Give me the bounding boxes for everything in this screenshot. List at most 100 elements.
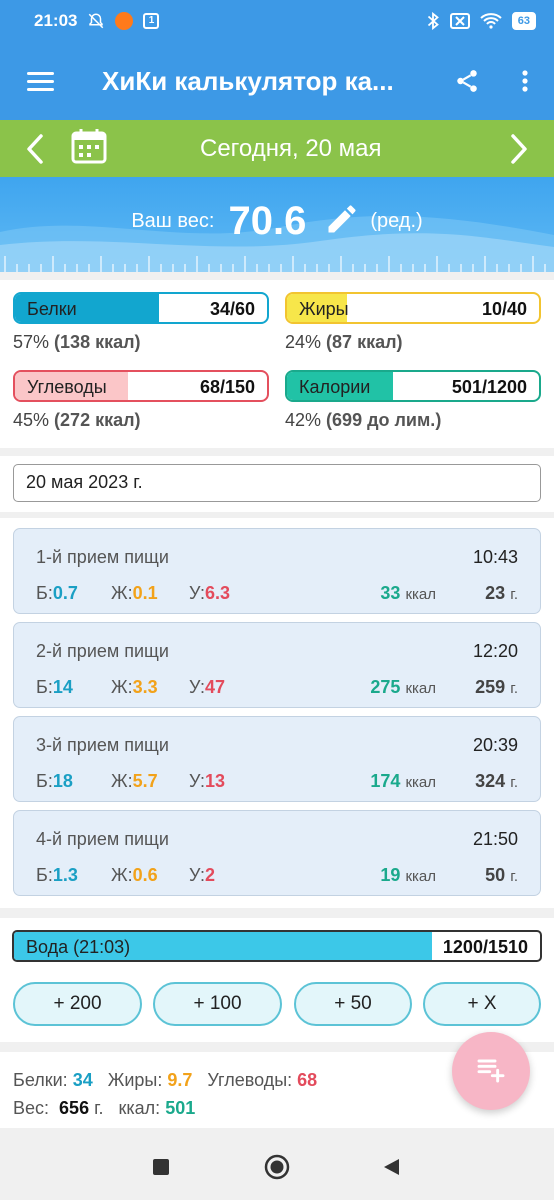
share-icon[interactable] bbox=[438, 42, 496, 120]
totals-protein-value: 34 bbox=[72, 1070, 93, 1090]
app-bar: ХиКи калькулятор ка... bbox=[0, 42, 554, 120]
water-add-custom-button[interactable]: + X bbox=[423, 982, 541, 1026]
calories-percent: 42% bbox=[285, 410, 322, 430]
meal-fat-label: Ж: bbox=[111, 865, 133, 885]
meal-carbs-value: 2 bbox=[205, 865, 216, 885]
date-field[interactable]: 20 мая 2023 г. bbox=[13, 464, 541, 502]
meal-kcal-value: 174 bbox=[370, 771, 401, 791]
meal-fat-value: 3.3 bbox=[132, 677, 158, 697]
protein-value: 34/60 bbox=[209, 299, 255, 319]
triangle-back-icon[interactable] bbox=[378, 1154, 404, 1180]
meal-item[interactable]: 4-й прием пищи 21:50 Б:1.3 Ж:0.6 У:2 19 ккал 5… bbox=[13, 810, 541, 896]
muted-bell-icon bbox=[87, 12, 105, 30]
meal-carbs: У:6.3 bbox=[189, 583, 230, 604]
protein-macro[interactable]: Белки 34/60 57% (138 ккал) bbox=[13, 292, 269, 353]
calories-value: 501/1200 bbox=[451, 377, 527, 397]
meal-fat-label: Ж: bbox=[111, 771, 133, 791]
calories-macro[interactable]: Калории 501/1200 42% (699 до лим.) bbox=[285, 370, 541, 431]
meal-carbs-label: У: bbox=[189, 771, 206, 791]
meal-carbs-value: 47 bbox=[205, 677, 226, 697]
weight-edit-link[interactable]: (ред.) bbox=[370, 210, 422, 233]
meal-fat: Ж:0.6 bbox=[111, 865, 158, 886]
playlist-add-icon bbox=[475, 1053, 507, 1090]
meal-fat: Ж:5.7 bbox=[111, 771, 158, 792]
calendar-icon[interactable] bbox=[70, 127, 108, 170]
meal-fat: Ж:3.3 bbox=[111, 677, 158, 698]
hamburger-menu-icon[interactable] bbox=[0, 42, 80, 120]
calories-summary: 42% (699 до лим.) bbox=[285, 410, 541, 431]
meal-grams-unit: г. bbox=[510, 868, 518, 885]
meal-item[interactable]: 3-й прием пищи 20:39 Б:18 Ж:5.7 У:13 174 ккал… bbox=[13, 716, 541, 802]
fat-percent: 24% bbox=[285, 332, 322, 352]
totals-weight-value: 656 bbox=[59, 1098, 90, 1118]
meal-protein-label: Б: bbox=[36, 771, 53, 791]
meal-kcal-unit: ккал bbox=[405, 586, 436, 603]
pencil-icon[interactable] bbox=[324, 201, 360, 242]
meal-kcal-value: 33 bbox=[380, 583, 401, 603]
meal-fat-label: Ж: bbox=[111, 583, 133, 603]
meal-kcal-value: 275 bbox=[370, 677, 401, 697]
carbs-detail: (272 ккал) bbox=[54, 410, 141, 430]
status-time: 21:03 bbox=[34, 11, 78, 30]
chevron-left-icon[interactable] bbox=[0, 120, 70, 177]
orange-app-icon bbox=[115, 12, 134, 30]
meal-fat: Ж:0.1 bbox=[111, 583, 158, 604]
notification-box-icon: 1 bbox=[143, 13, 160, 29]
meal-protein-value: 0.7 bbox=[52, 583, 78, 603]
weight-header: Ваш вес: 70.6 (ред.) bbox=[0, 177, 554, 272]
meal-fat-value: 0.6 bbox=[132, 865, 158, 885]
meal-carbs: У:2 bbox=[189, 865, 215, 886]
battery-icon: 63 bbox=[511, 12, 536, 30]
current-date[interactable]: Сегодня, 20 мая bbox=[200, 135, 382, 163]
water-value: 1200/1510 bbox=[442, 937, 528, 957]
meal-grams-value: 324 bbox=[475, 771, 506, 791]
meal-protein-value: 1.3 bbox=[52, 865, 78, 885]
water-label: Вода (21:03) bbox=[26, 937, 131, 957]
fat-label: Жиры bbox=[299, 299, 349, 319]
meal-time: 12:20 bbox=[472, 641, 518, 661]
meal-carbs-label: У: bbox=[189, 583, 206, 603]
totals-weight-unit: г. bbox=[94, 1098, 104, 1118]
fat-macro[interactable]: Жиры 10/40 24% (87 ккал) bbox=[285, 292, 541, 353]
meal-item[interactable]: 1-й прием пищи 10:43 Б:0.7 Ж:0.1 У:6.3 33 кка… bbox=[13, 528, 541, 614]
fat-progress-bar: Жиры 10/40 bbox=[285, 292, 541, 324]
protein-progress-bar: Белки 34/60 bbox=[13, 292, 269, 324]
carbs-macro[interactable]: Углеводы 68/150 45% (272 ккал) bbox=[13, 370, 269, 431]
water-add-50-button[interactable]: + 50 bbox=[294, 982, 412, 1026]
meal-protein-label: Б: bbox=[36, 677, 53, 697]
totals-protein-label: Белки: bbox=[13, 1070, 68, 1090]
carbs-value: 68/150 bbox=[199, 377, 255, 397]
meal-protein-value: 18 bbox=[52, 771, 73, 791]
water-progress-bar[interactable]: Вода (21:03) 1200/1510 bbox=[12, 930, 542, 962]
meal-carbs: У:47 bbox=[189, 677, 225, 698]
calories-progress-bar: Калории 501/1200 bbox=[285, 370, 541, 402]
meal-protein: Б:1.3 bbox=[36, 865, 78, 886]
chevron-right-icon[interactable] bbox=[484, 120, 554, 177]
meal-protein: Б:14 bbox=[36, 677, 73, 698]
square-recents-icon[interactable] bbox=[148, 1154, 174, 1180]
fat-value: 10/40 bbox=[481, 299, 527, 319]
meal-item[interactable]: 2-й прием пищи 12:20 Б:14 Ж:3.3 У:47 275 ккал… bbox=[13, 622, 541, 708]
water-add-100-button[interactable]: + 100 bbox=[153, 982, 282, 1026]
circle-home-icon[interactable] bbox=[264, 1154, 290, 1180]
wifi-icon bbox=[480, 13, 502, 29]
protein-summary: 57% (138 ккал) bbox=[13, 332, 269, 353]
fat-summary: 24% (87 ккал) bbox=[285, 332, 541, 353]
meal-title: 3-й прием пищи bbox=[36, 735, 169, 755]
meal-protein: Б:0.7 bbox=[36, 583, 78, 604]
no-sim-icon bbox=[449, 13, 470, 29]
meal-grams-value: 50 bbox=[485, 865, 506, 885]
meal-grams-unit: г. bbox=[510, 680, 518, 697]
water-card: Вода (21:03) 1200/1510 + 200 + 100 + 50 … bbox=[0, 918, 554, 1042]
meal-kcal: 33 ккал bbox=[380, 583, 436, 604]
calories-detail: (699 до лим.) bbox=[326, 410, 442, 430]
meal-title: 1-й прием пищи bbox=[36, 547, 169, 567]
bluetooth-icon bbox=[426, 12, 440, 30]
totals-fat-value: 9.7 bbox=[167, 1070, 193, 1090]
meal-kcal-value: 19 bbox=[380, 865, 401, 885]
totals-carbs-value: 68 bbox=[297, 1070, 318, 1090]
water-add-200-button[interactable]: + 200 bbox=[13, 982, 142, 1026]
add-meal-fab[interactable] bbox=[452, 1032, 530, 1110]
weight-value[interactable]: 70.6 bbox=[228, 199, 306, 244]
more-vertical-icon[interactable] bbox=[496, 42, 554, 120]
